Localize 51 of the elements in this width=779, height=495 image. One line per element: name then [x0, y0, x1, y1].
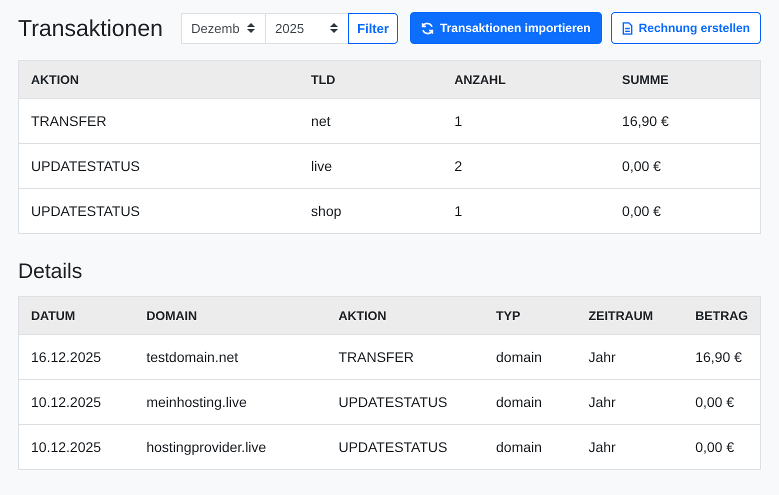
table-cell: domain — [484, 334, 576, 380]
table-cell: UPDATESTATUS — [18, 144, 300, 188]
table-cell: 1 — [442, 188, 610, 234]
column-header: AKTION — [326, 296, 484, 334]
table-cell: TRANSFER — [326, 334, 484, 380]
month-select[interactable]: Dezemb — [181, 12, 266, 44]
table-cell: shop — [299, 188, 442, 234]
table-cell: UPDATESTATUS — [18, 188, 300, 234]
table-cell: 0,00 € — [683, 380, 760, 424]
column-header: DATUM — [18, 296, 134, 334]
table-cell: 16,90 € — [610, 98, 760, 144]
table-cell: meinhosting.live — [134, 380, 326, 424]
table-cell: Jahr — [576, 424, 684, 470]
filter-button[interactable]: Filter — [348, 12, 398, 44]
column-header: ANZAHL — [442, 60, 610, 98]
table-cell: 2 — [442, 144, 610, 188]
column-header: TYP — [484, 296, 576, 334]
table-cell: 10.12.2025 — [18, 424, 134, 470]
table-cell: UPDATESTATUS — [326, 424, 484, 470]
table-cell: 16.12.2025 — [18, 334, 134, 380]
create-invoice-button[interactable]: Rechnung erstellen — [610, 12, 761, 44]
table-cell: net — [299, 98, 442, 144]
column-header: DOMAIN — [134, 296, 326, 334]
table-cell: 10.12.2025 — [18, 380, 134, 424]
column-header: AKTION — [18, 60, 300, 98]
table-cell: 16,90 € — [683, 334, 760, 380]
column-header: TLD — [299, 60, 442, 98]
column-header: SUMME — [610, 60, 760, 98]
table-cell: live — [299, 144, 442, 188]
table-cell: UPDATESTATUS — [326, 380, 484, 424]
section-title: Details — [18, 260, 84, 284]
page-title: Transaktionen — [18, 14, 164, 42]
table-cell: domain — [484, 380, 576, 424]
table-cell: hostingprovider.live — [134, 424, 326, 470]
select-caret-icon — [330, 22, 338, 34]
table-cell: Jahr — [576, 334, 684, 380]
table-cell: 0,00 € — [610, 144, 760, 188]
table-cell: TRANSFER — [18, 98, 300, 144]
year-select[interactable]: 2025 — [265, 12, 350, 44]
select-caret-icon — [247, 22, 256, 34]
import-button[interactable]: Transaktionen importieren — [410, 12, 602, 44]
table-cell: testdomain.net — [134, 334, 326, 380]
document-icon — [622, 22, 633, 34]
refresh-icon — [420, 22, 434, 34]
table-cell: Jahr — [576, 380, 684, 424]
table-cell: 0,00 € — [683, 424, 760, 470]
column-header: BETRAG — [683, 296, 760, 334]
column-header: ZEITRAUM — [576, 296, 684, 334]
table-cell: 1 — [442, 98, 610, 144]
table-cell: 0,00 € — [610, 188, 760, 234]
table-cell: domain — [484, 424, 576, 470]
